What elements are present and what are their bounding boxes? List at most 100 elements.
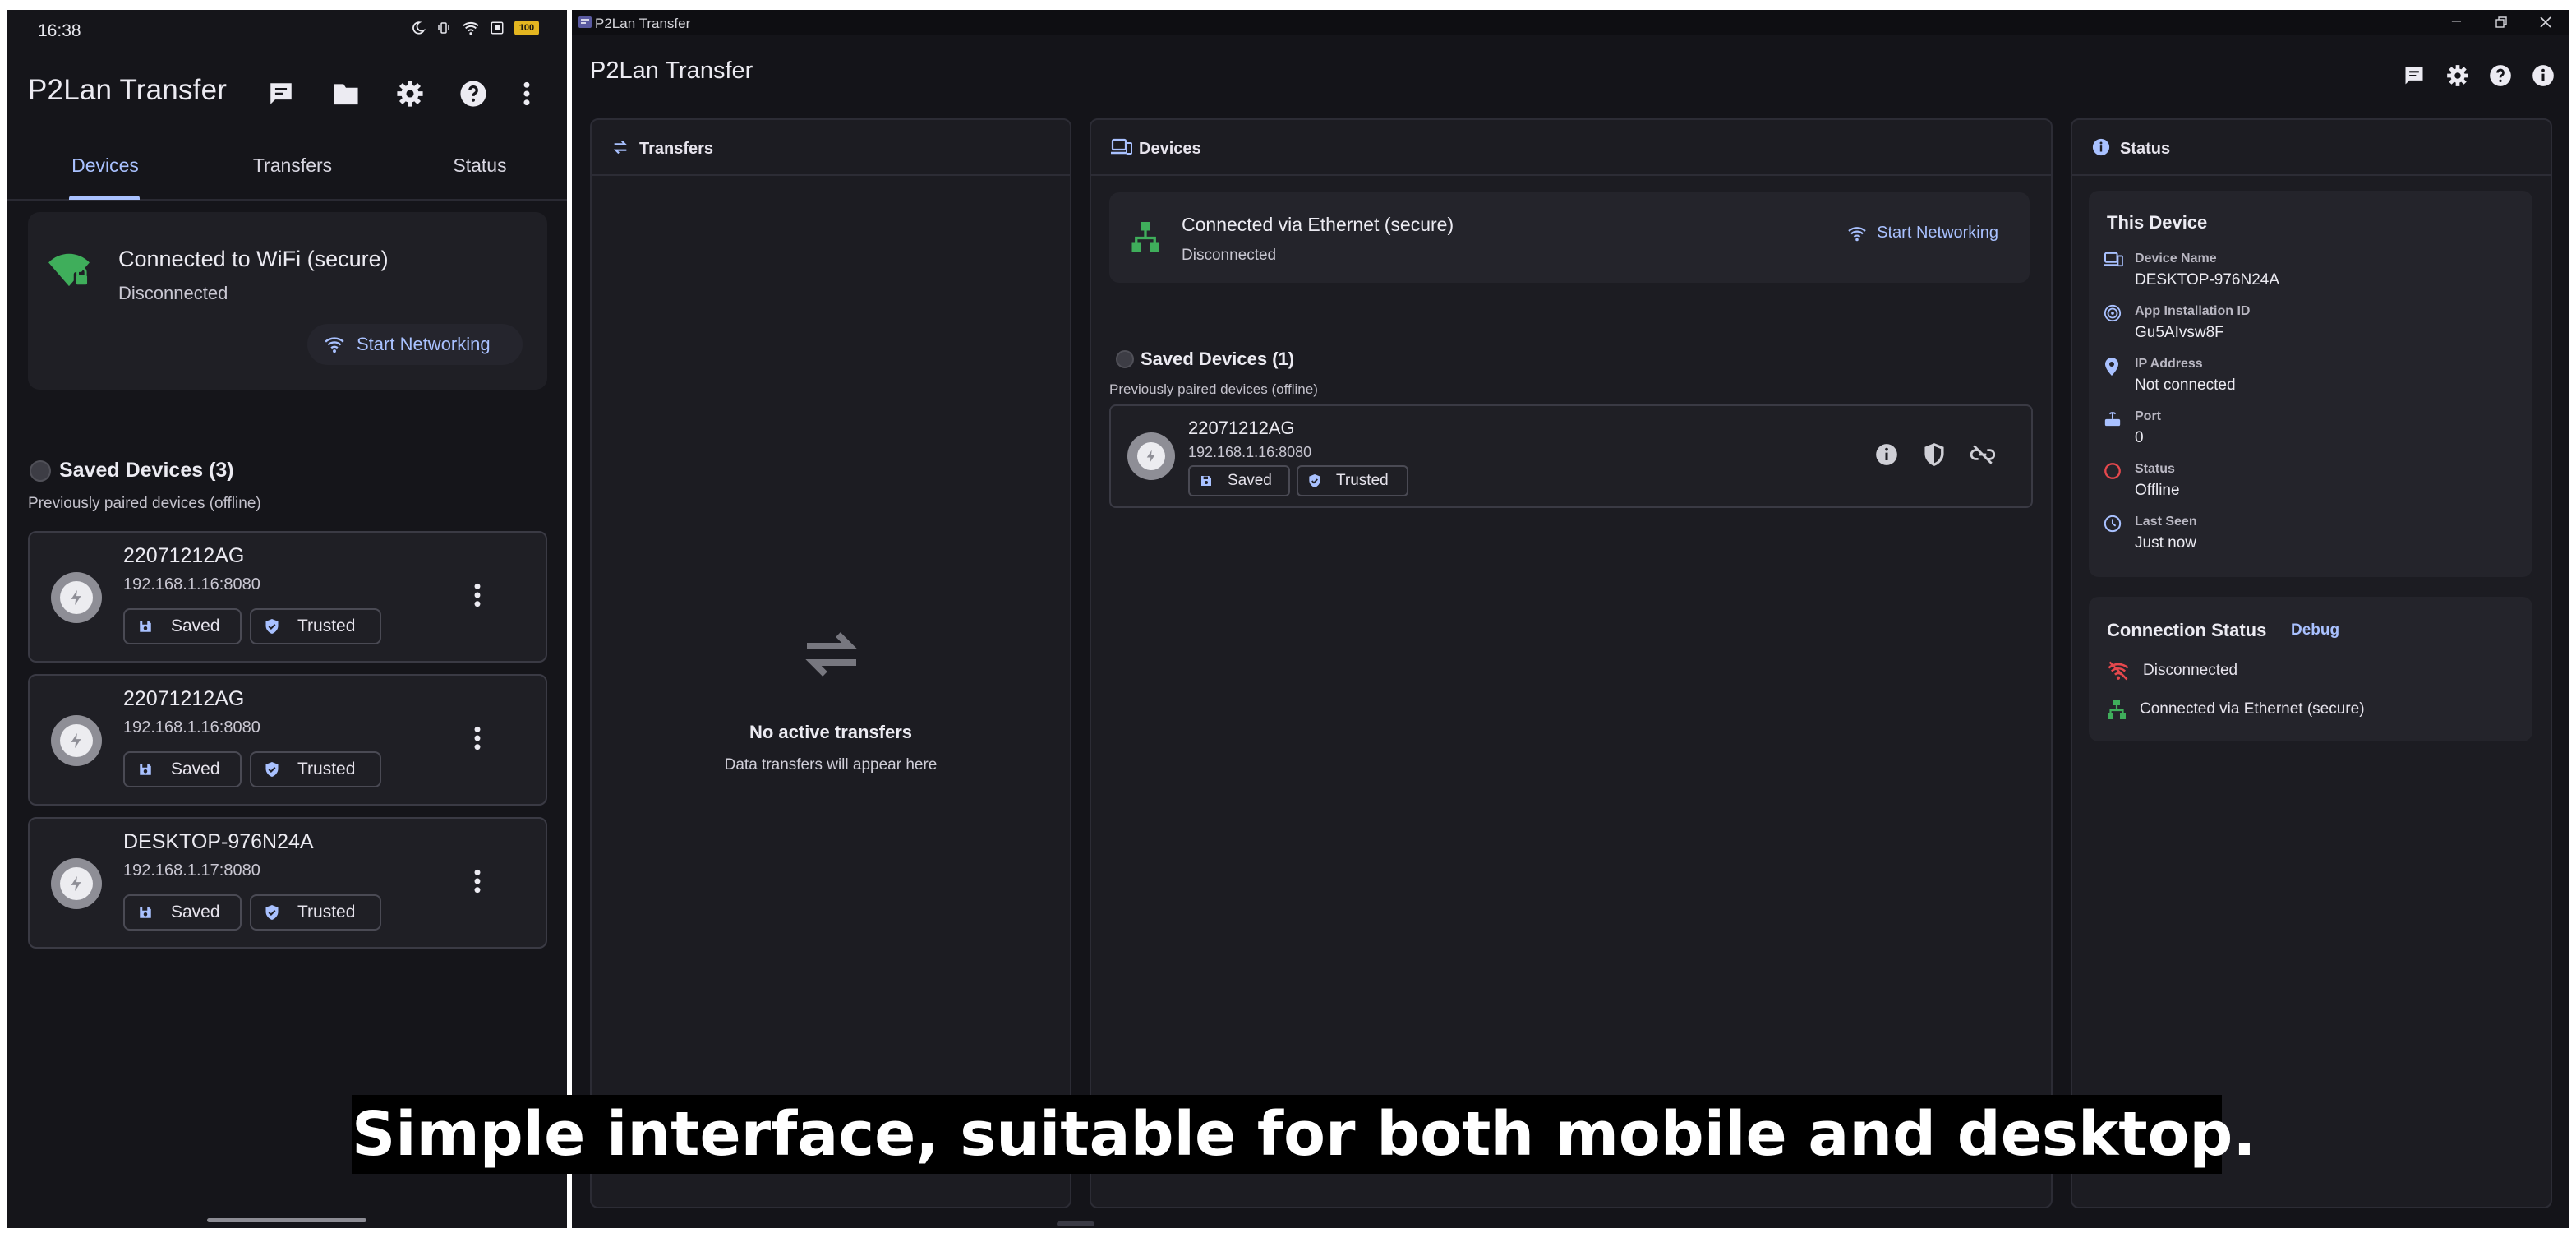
shield-check-icon — [265, 762, 279, 777]
more-vert-icon[interactable] — [473, 725, 482, 751]
this-device-card: This Device Device Name DESKTOP-976N24A … — [2089, 191, 2532, 577]
wifi-lock-icon — [48, 253, 90, 287]
trusted-chip-label: Trusted — [297, 903, 356, 921]
info-icon[interactable] — [2532, 64, 2555, 87]
info-label: Last Seen — [2135, 515, 2197, 529]
info-icon — [2092, 138, 2110, 156]
active-tab-indicator — [69, 196, 140, 200]
tab-devices[interactable]: Devices — [15, 155, 196, 177]
transfers-panel-title: Transfers — [639, 140, 714, 158]
this-device-title: This Device — [2107, 212, 2208, 233]
info-label: App Installation ID — [2135, 304, 2251, 318]
start-networking-button[interactable]: Start Networking — [307, 324, 523, 365]
transfers-panel-header: Transfers — [592, 120, 1070, 176]
info-icon[interactable] — [1875, 443, 1898, 466]
device-avatar — [1127, 432, 1175, 480]
connection-row-ethernet: Connected via Ethernet (secure) — [2107, 699, 2365, 720]
saved-devices-title: Saved Devices (3) — [59, 459, 234, 482]
start-networking-label: Start Networking — [357, 334, 491, 354]
resize-handle[interactable] — [1057, 1221, 1094, 1226]
info-value: 0 — [2135, 429, 2144, 446]
mobile-tabs: Devices Transfers Status — [7, 141, 567, 201]
fingerprint-icon — [2104, 304, 2122, 322]
info-row-installation-id: App Installation ID Gu5AIvsw8F — [2104, 302, 2514, 349]
device-card[interactable]: 22071212AG 192.168.1.16:8080 Saved Trust… — [28, 674, 547, 806]
close-icon[interactable] — [2540, 16, 2551, 28]
more-vert-icon[interactable] — [523, 81, 531, 107]
folder-icon[interactable] — [331, 81, 361, 107]
more-vert-icon[interactable] — [473, 582, 482, 608]
device-address: 192.168.1.17:8080 — [123, 861, 260, 880]
trusted-chip: Trusted — [250, 751, 381, 787]
device-name: 22071212AG — [123, 544, 245, 567]
bolt-icon — [71, 732, 81, 749]
tab-transfers[interactable]: Transfers — [202, 155, 383, 177]
info-label: Port — [2135, 409, 2161, 423]
device-card[interactable]: 22071212AG 192.168.1.16:8080 Saved Trust… — [1109, 404, 2033, 508]
transfers-panel: Transfers No active transfers Data trans… — [590, 118, 1071, 1208]
desktop-toolbar — [2402, 64, 2555, 87]
devices-panel: Devices Connected via Ethernet (secure) … — [1090, 118, 2053, 1208]
shield-icon[interactable] — [1923, 442, 1946, 467]
device-avatar — [51, 572, 102, 623]
device-address: 192.168.1.16:8080 — [1188, 444, 1312, 460]
saved-devices-subtitle: Previously paired devices (offline) — [1109, 381, 1318, 397]
shield-check-icon — [1309, 474, 1320, 487]
mobile-app: 16:38 100 P2Lan Transfer Devices Transfe… — [7, 10, 567, 1228]
saved-chip-label: Saved — [171, 760, 220, 778]
device-address: 192.168.1.16:8080 — [123, 718, 260, 737]
devices-panel-title: Devices — [1139, 140, 1201, 158]
router-icon — [2104, 412, 2121, 427]
devices-icon — [2104, 252, 2123, 267]
tab-status[interactable]: Status — [389, 155, 567, 177]
device-card[interactable]: 22071212AG 192.168.1.16:8080 Saved Trust… — [28, 531, 547, 663]
connection-status-title: Connection Status — [2107, 620, 2267, 640]
save-icon — [140, 621, 151, 632]
gear-icon[interactable] — [396, 80, 424, 108]
saved-status-dot — [30, 460, 51, 482]
gear-icon[interactable] — [2446, 64, 2469, 87]
saved-chip-label: Saved — [1228, 472, 1272, 489]
wifi-status-icon — [463, 21, 479, 35]
info-value: Offline — [2135, 482, 2180, 499]
help-icon[interactable] — [2489, 64, 2512, 87]
chat-icon[interactable] — [2402, 64, 2426, 87]
start-networking-button[interactable]: Start Networking — [1847, 224, 1998, 242]
trusted-chip: Trusted — [1297, 465, 1408, 496]
device-name: 22071212AG — [1188, 418, 1295, 438]
restore-icon[interactable] — [2495, 16, 2507, 28]
info-value: Gu5AIvsw8F — [2135, 324, 2224, 341]
wifi-off-icon — [2108, 661, 2129, 681]
link-off-icon[interactable] — [1970, 444, 1995, 465]
saved-chip: Saved — [123, 894, 242, 931]
clock-icon — [2104, 515, 2122, 533]
empty-transfers-title: No active transfers — [749, 722, 913, 742]
devices-panel-header: Devices — [1091, 120, 2051, 176]
bolt-icon — [71, 589, 81, 606]
info-label: Device Name — [2135, 252, 2217, 266]
trusted-chip: Trusted — [250, 894, 381, 931]
chat-icon[interactable] — [266, 80, 296, 108]
help-icon[interactable] — [459, 80, 487, 108]
connection-state: Disconnected — [118, 283, 228, 303]
info-row-ip-address: IP Address Not connected — [2104, 355, 2514, 401]
gesture-bar[interactable] — [207, 1218, 366, 1222]
info-row-device-name: Device Name DESKTOP-976N24A — [2104, 250, 2514, 296]
saved-chip: Saved — [123, 751, 242, 787]
device-avatar — [51, 715, 102, 766]
saved-chip: Saved — [1188, 465, 1290, 496]
window-title: P2Lan Transfer — [595, 16, 691, 31]
info-value: Just now — [2135, 534, 2196, 552]
info-label: Status — [2135, 462, 2175, 476]
minimize-icon[interactable]: – — [2452, 12, 2461, 30]
more-vert-icon[interactable] — [473, 868, 482, 894]
saved-chip-label: Saved — [171, 616, 220, 635]
debug-link[interactable]: Debug — [2291, 621, 2339, 640]
status-ring-icon — [2104, 463, 2121, 479]
moon-icon — [412, 21, 426, 35]
location-pin-icon — [2105, 358, 2118, 376]
save-icon — [140, 907, 151, 918]
device-card[interactable]: DESKTOP-976N24A 192.168.1.17:8080 Saved … — [28, 817, 547, 949]
ethernet-icon — [1131, 222, 1159, 252]
info-label: IP Address — [2135, 357, 2203, 371]
